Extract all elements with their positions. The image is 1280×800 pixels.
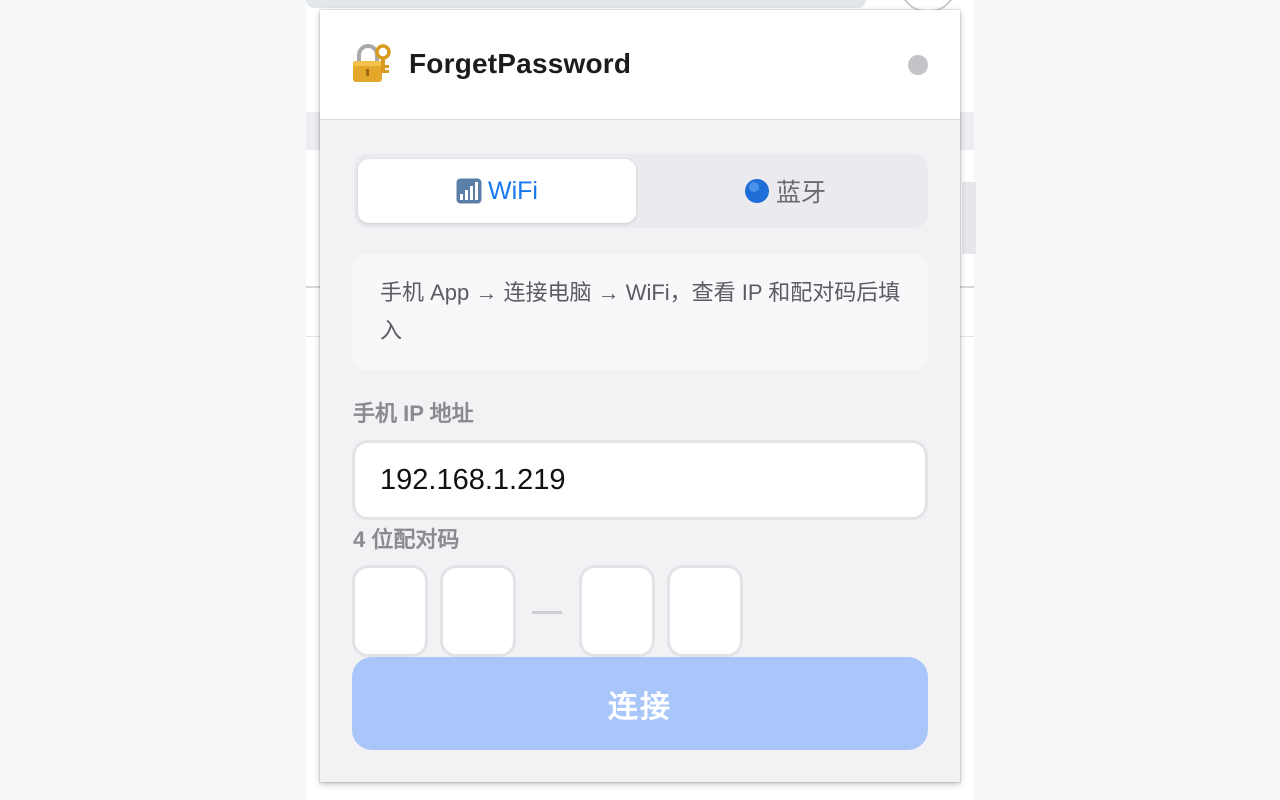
pairing-code-digit-2[interactable]: [440, 565, 516, 657]
pairing-code-digit-1[interactable]: [352, 565, 428, 657]
tab-wifi-label: WiFi: [488, 176, 538, 205]
tab-wifi[interactable]: WiFi: [358, 159, 636, 223]
app-title: ForgetPassword: [409, 48, 632, 79]
signal-bars-icon: [456, 178, 482, 204]
background-address-bar: [306, 0, 866, 8]
ip-address-label: 手机 IP 地址: [353, 401, 474, 426]
extension-popup: ForgetPassword WiFi 蓝牙 手机 App → 连接电脑 → W…: [320, 10, 960, 782]
ip-address-input[interactable]: [352, 440, 928, 520]
background-button-fragment: [962, 182, 976, 254]
lock-with-key-icon: [353, 44, 391, 82]
blue-circle-icon: [744, 178, 770, 204]
pairing-code-separator: [532, 611, 562, 614]
pairing-code-label: 4 位配对码: [353, 527, 460, 552]
connection-mode-tabs: WiFi 蓝牙: [354, 154, 928, 228]
connect-button[interactable]: 连接: [352, 657, 928, 750]
tab-bluetooth-label: 蓝牙: [775, 179, 826, 207]
instruction-box: 手机 App → 连接电脑 → WiFi，查看 IP 和配对码后填入: [352, 254, 928, 370]
pairing-code-digit-4[interactable]: [667, 565, 743, 657]
popup-header: ForgetPassword: [320, 10, 960, 120]
instruction-text: 手机 App → 连接电脑 → WiFi，查看 IP 和配对码后填入: [380, 280, 901, 343]
pairing-code-digit-3[interactable]: [579, 565, 655, 657]
connection-status-dot: [908, 55, 928, 75]
tab-bluetooth[interactable]: 蓝牙: [646, 159, 924, 223]
